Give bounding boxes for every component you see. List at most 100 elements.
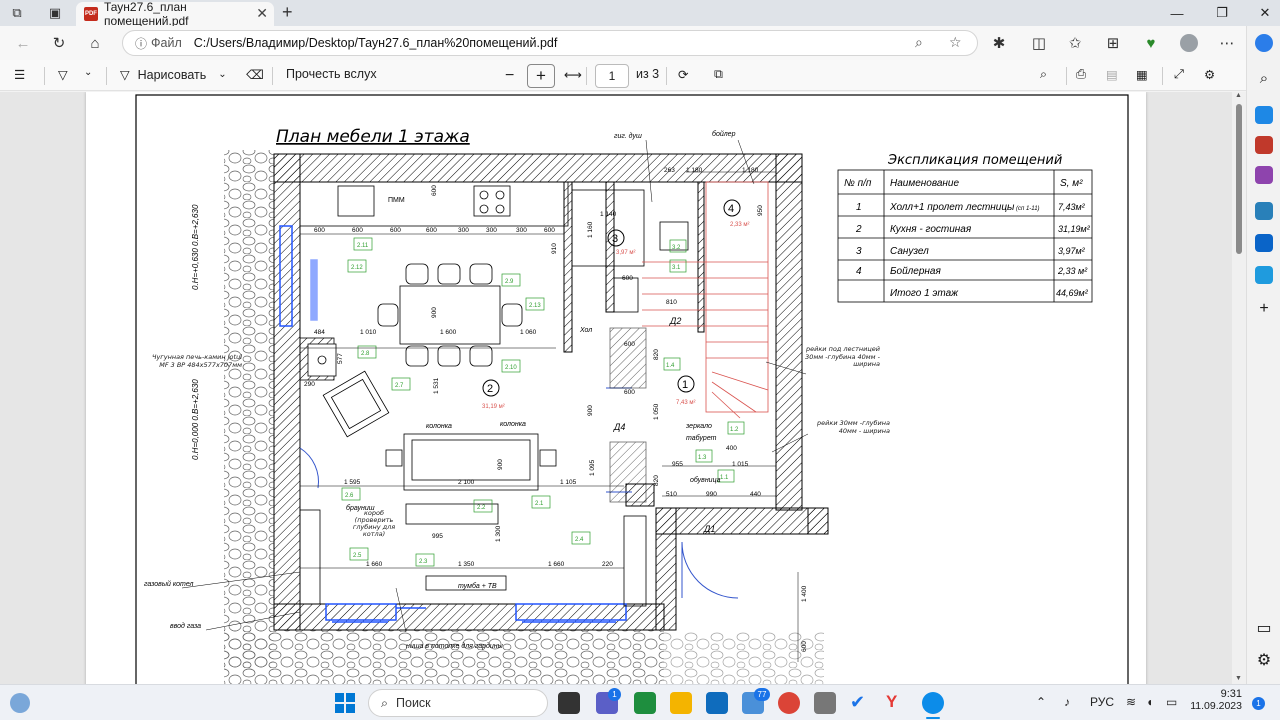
calculator-icon[interactable] xyxy=(814,692,836,714)
sidebar-settings-icon[interactable]: ⚙ xyxy=(1255,650,1273,669)
search-icon[interactable]: ⌕ xyxy=(1255,70,1273,88)
more-menu-icon[interactable]: ⋯ xyxy=(1216,33,1238,53)
workspaces-icon[interactable]: ⧉ xyxy=(6,3,28,23)
new-tab-button[interactable]: + xyxy=(282,2,293,23)
hallway-closets xyxy=(609,327,647,503)
furniture-tag: 2.9 xyxy=(505,279,514,285)
copilot-icon[interactable] xyxy=(1255,34,1273,52)
send-icon[interactable] xyxy=(1255,266,1273,284)
info-icon[interactable]: ⓘ xyxy=(135,35,147,52)
minimize-button[interactable]: — xyxy=(1162,3,1192,23)
split-screen-icon[interactable]: ◫ xyxy=(1028,33,1050,53)
close-tab-icon[interactable]: ✕ xyxy=(256,5,268,22)
tab-pdf[interactable]: PDF Таун27.6_план помещений.pdf ✕ xyxy=(76,0,274,28)
dim: 600 xyxy=(390,227,401,234)
chevron-down-icon: ⌄ xyxy=(218,69,227,80)
volume-icon[interactable]: ◖ xyxy=(1146,695,1153,709)
furniture-tag: 1.2 xyxy=(730,427,739,433)
battery-icon[interactable]: ▭ xyxy=(1166,695,1177,709)
dim: 995 xyxy=(432,533,443,540)
dim: 1 160 xyxy=(587,221,594,238)
collections-icon[interactable]: ⊞ xyxy=(1102,33,1124,53)
dim: 300 xyxy=(486,227,497,234)
taskbar-search[interactable]: ⌕ Поиск xyxy=(368,689,548,717)
profile-avatar[interactable] xyxy=(1178,33,1200,53)
table-row-name: Холл+1 пролет лестницы xyxy=(889,202,1015,213)
tray-overflow-icon[interactable]: ⌃ xyxy=(1036,695,1046,709)
microphone-icon[interactable]: ♪ xyxy=(1064,695,1070,709)
dim: 810 xyxy=(666,299,677,306)
start-button[interactable] xyxy=(334,692,356,714)
print-icon[interactable]: ⎙ xyxy=(1076,67,1086,82)
page-view-icon[interactable]: ⧉ xyxy=(714,67,723,82)
page-number-input[interactable]: 1 xyxy=(595,64,629,88)
search-icon: ⌕ xyxy=(381,695,389,710)
gig-dush-label: гиг. душ xyxy=(614,132,642,140)
outlook-icon[interactable] xyxy=(1255,234,1273,252)
add-icon[interactable]: + xyxy=(1255,300,1273,318)
scroll-up-icon[interactable]: ▲ xyxy=(1235,92,1242,99)
eraser-icon[interactable]: ⌫ xyxy=(246,67,264,82)
refresh-icon[interactable]: ↻ xyxy=(48,33,70,53)
furniture-tag: 2.2 xyxy=(477,505,486,511)
fullscreen-icon[interactable]: ⤢ xyxy=(1174,67,1184,82)
file-explorer-icon[interactable] xyxy=(670,692,692,714)
home-icon[interactable]: ⌂ xyxy=(84,33,106,53)
favorite-star-icon[interactable]: ☆ xyxy=(949,34,962,51)
zoom-in-button[interactable]: + xyxy=(527,64,555,88)
furniture-tag: 1.4 xyxy=(666,363,675,369)
vertical-scrollbar[interactable]: ▲ ▼ xyxy=(1232,92,1246,684)
fit-width-icon[interactable]: ⟷ xyxy=(564,67,582,82)
scroll-thumb[interactable] xyxy=(1236,104,1242,254)
store-icon[interactable] xyxy=(706,692,728,714)
address-bar[interactable]: ⓘ Файл C:/Users/Владимир/Desktop/Таун27.… xyxy=(122,30,978,56)
sidebar-toggle-icon[interactable]: ▭ xyxy=(1255,618,1273,637)
app-green-icon[interactable] xyxy=(634,692,656,714)
edge-icon[interactable] xyxy=(922,692,944,714)
shopping-icon[interactable] xyxy=(1255,106,1273,124)
highlight-icon[interactable]: ▽ xyxy=(58,67,68,82)
read-aloud-button[interactable]: Прочесть вслух xyxy=(286,67,377,81)
level-top-label: 0.Н=+0,630 0.В=+2,630 xyxy=(191,204,200,290)
room-1-number: 1 xyxy=(682,379,688,391)
dim: 600 xyxy=(801,641,808,652)
clock[interactable]: 9:31 11.09.2023 xyxy=(1190,688,1242,712)
task-view-icon[interactable] xyxy=(558,692,580,714)
back-icon[interactable]: ← xyxy=(12,33,34,53)
settings-gear-icon[interactable]: ⚙ xyxy=(1204,67,1215,82)
todo-icon[interactable]: ✔ xyxy=(850,692,872,714)
dim: 955 xyxy=(672,461,683,468)
favorites-icon[interactable]: ✩ xyxy=(1064,33,1086,53)
table-row-note: (сп 1-11) xyxy=(1016,206,1040,212)
search-icon[interactable]: ⌕ xyxy=(1040,67,1047,82)
zoom-out-button[interactable]: − xyxy=(505,67,514,85)
pdf-viewer[interactable]: План мебели 1 этажа ПММ 2 3 4 1 31,19 м²… xyxy=(0,92,1246,684)
rotate-icon[interactable]: ⟳ xyxy=(678,67,688,82)
draw-button[interactable]: ▽ Нарисовать ⌄ xyxy=(120,67,227,83)
maximize-button[interactable]: ❐ xyxy=(1207,3,1237,23)
yandex-icon[interactable]: Y xyxy=(886,692,908,714)
room-3-number: 3 xyxy=(612,233,618,245)
browser-essentials-icon[interactable]: ♥ xyxy=(1140,33,1162,53)
scroll-down-icon[interactable]: ▼ xyxy=(1235,675,1242,682)
language-indicator[interactable]: РУС xyxy=(1090,695,1114,709)
games-icon[interactable] xyxy=(1255,166,1273,184)
wifi-icon[interactable]: ≋ xyxy=(1126,695,1136,709)
chrome-icon[interactable] xyxy=(778,692,800,714)
chevron-down-icon[interactable]: ⌄ xyxy=(84,67,92,78)
close-window-button[interactable]: ✕ xyxy=(1250,3,1280,23)
widgets-icon[interactable] xyxy=(10,693,30,713)
contents-icon[interactable]: ☰ xyxy=(14,67,25,82)
dim: 1 140 xyxy=(600,211,617,218)
save-icon[interactable]: ▤ xyxy=(1106,67,1118,82)
tab-actions-icon[interactable]: ▣ xyxy=(44,3,66,23)
extensions-icon[interactable]: ✱ xyxy=(988,33,1010,53)
microsoft-365-icon[interactable] xyxy=(1255,202,1273,220)
rails-note: рейки 30мм -глубина 40мм - ширина xyxy=(817,420,890,434)
dim: 263 xyxy=(664,167,675,174)
zoom-icon[interactable]: ⌕ xyxy=(915,34,923,51)
tools-icon[interactable] xyxy=(1255,136,1273,154)
save-as-icon[interactable]: ▦ xyxy=(1136,67,1148,82)
notification-badge[interactable]: 1 xyxy=(1252,697,1265,710)
table-row-area: 31,19м² xyxy=(1058,224,1091,234)
